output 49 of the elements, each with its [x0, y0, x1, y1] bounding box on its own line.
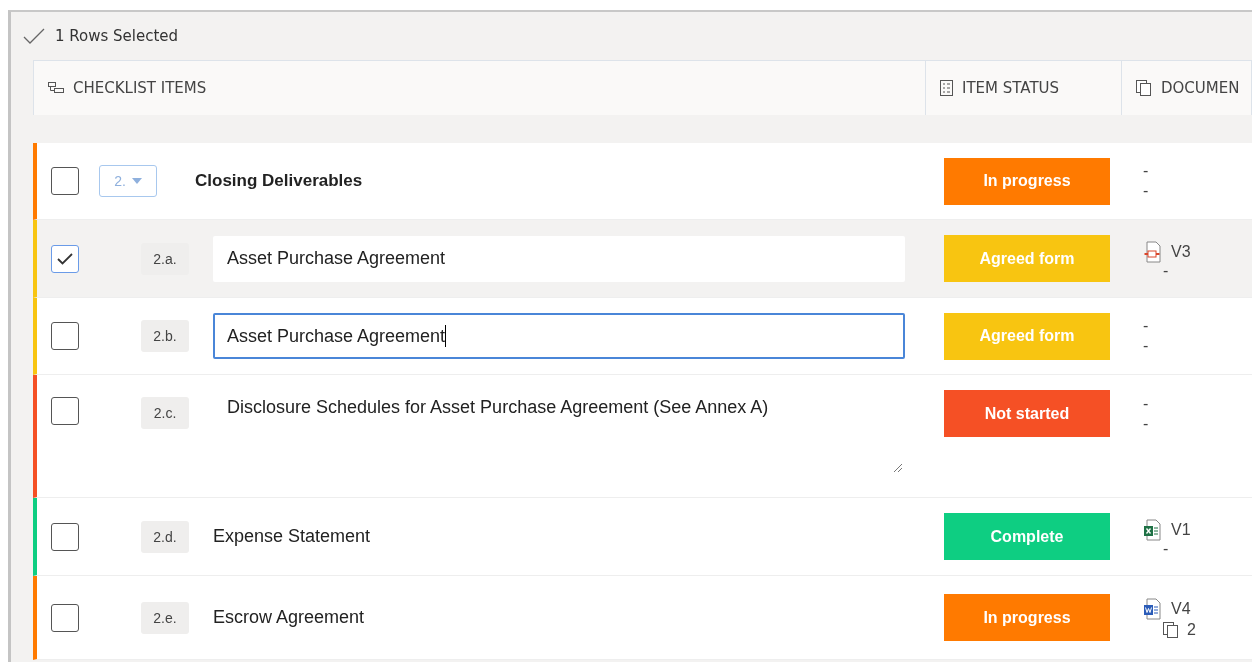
item-number: 2.b.	[141, 320, 189, 352]
document-note: -	[1163, 542, 1169, 555]
checklist-row[interactable]: 2.a. Asset Purchase Agreement Agreed form V3 -	[33, 220, 1252, 298]
version-label: V3	[1171, 242, 1191, 261]
pdf-file-icon	[1143, 240, 1163, 263]
version-label: -	[1143, 317, 1149, 335]
title-field[interactable]: Asset Purchase Agreement	[213, 235, 905, 282]
version-label: V4	[1171, 599, 1191, 618]
group-title: Closing Deliverables	[195, 171, 363, 191]
column-header[interactable]: DOCUMEN	[1122, 61, 1252, 115]
document-note: -	[1143, 415, 1149, 433]
version-label: -	[1143, 395, 1149, 413]
resize-handle-icon[interactable]	[891, 461, 903, 473]
checkmark-icon	[23, 28, 45, 44]
hierarchy-icon	[48, 82, 64, 94]
spreadsheet-file-icon	[1143, 518, 1163, 541]
copies-icon	[1136, 80, 1152, 96]
item-title: Expense Statement	[213, 526, 371, 547]
column-header[interactable]: ITEM STATUS	[926, 61, 1122, 115]
document-note: -	[1143, 182, 1149, 200]
item-number: 2.d.	[141, 520, 189, 553]
item-title[interactable]: Disclosure Schedules for Asset Purchase Agreement (See Annex A)	[227, 397, 769, 417]
document-note: -	[1143, 337, 1149, 355]
document-file-icon	[1143, 597, 1163, 620]
checkmark-icon	[57, 252, 73, 265]
checklist-row[interactable]: 2.b. Asset Purchase Agreement Agreed form - -	[33, 298, 1252, 375]
checkbox[interactable]	[51, 603, 79, 632]
checkbox[interactable]	[51, 244, 79, 273]
copies-count: 2	[1187, 623, 1196, 636]
copies-icon	[1163, 621, 1179, 638]
document-note: -	[1163, 264, 1169, 277]
item-number: 2.e.	[141, 601, 189, 634]
version-label: -	[1143, 162, 1149, 180]
column-header[interactable]: CHECKLIST ITEMS	[34, 61, 926, 115]
checkbox[interactable]	[51, 322, 79, 350]
selection-count: 1 Rows Selected	[55, 27, 179, 45]
checkbox[interactable]	[51, 397, 79, 425]
caret-icon	[131, 178, 142, 184]
item-number: 2.c.	[141, 397, 189, 429]
checklist-row[interactable]: 2.e. Escrow Agreement In progress V4 2	[33, 576, 1252, 660]
version-label: V1	[1171, 520, 1191, 539]
checklist-row[interactable]: 2.d. Expense Statement Complete V1 -	[33, 498, 1252, 576]
checklist-row[interactable]: 2.c. Disclosure Schedules for Asset Purchase Agreement (See Annex A) Not started - -	[33, 375, 1252, 498]
item-title: Escrow Agreement	[213, 607, 365, 628]
item-number: 2.a.	[141, 242, 189, 275]
title-field[interactable]: Asset Purchase Agreement	[213, 313, 905, 359]
list-icon	[940, 80, 953, 96]
checkbox[interactable]	[51, 522, 79, 551]
checkbox[interactable]	[51, 167, 79, 195]
